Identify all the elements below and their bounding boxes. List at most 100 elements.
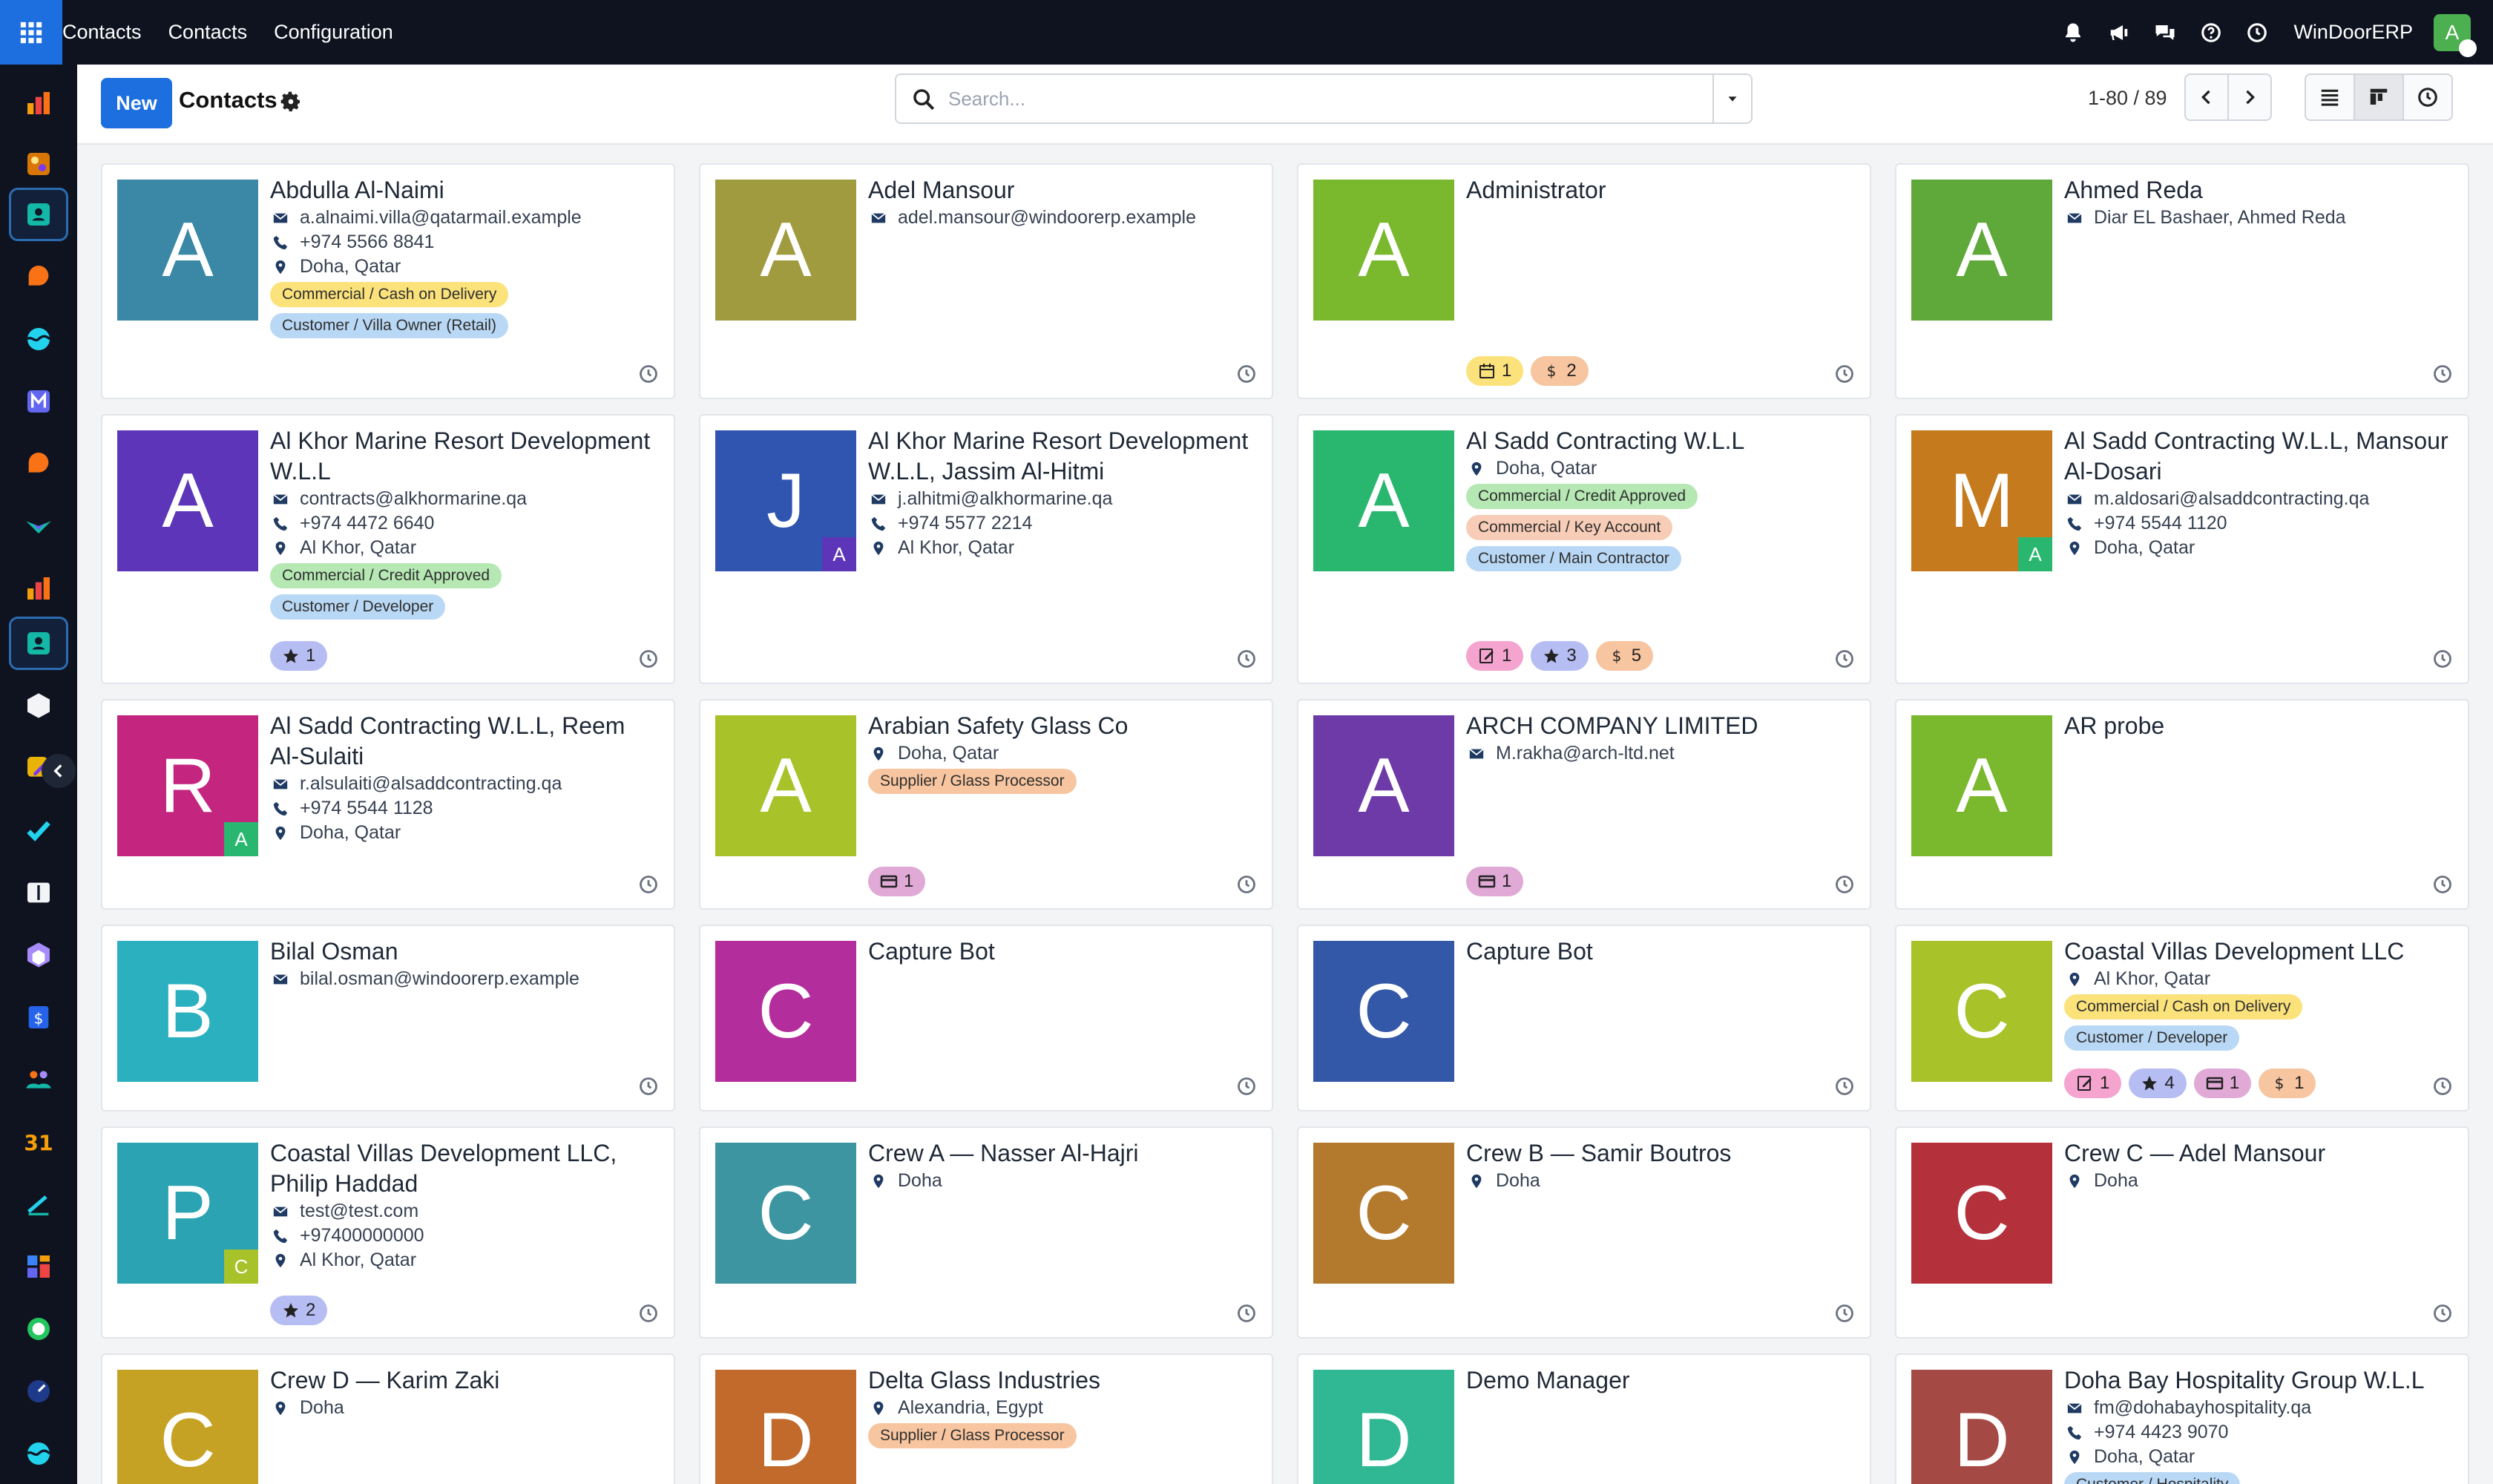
contact-card[interactable]: J A Al Khor Marine Resort Development W.L.… xyxy=(699,414,1273,684)
contact-card[interactable]: A ARCH COMPANY LIMITED M.rakha@arch-ltd.ne… xyxy=(1297,699,1871,910)
contact-card[interactable]: D Demo Manager xyxy=(1297,1353,1871,1484)
sidebar-app-studio[interactable] xyxy=(9,137,68,191)
sidebar-app-crm[interactable] xyxy=(9,499,68,553)
dollar-count-chip[interactable]: $1 xyxy=(2259,1068,2316,1098)
contact-card[interactable]: B Bilal Osman bilal.osman@windoorerp.examp… xyxy=(101,925,675,1112)
contact-card[interactable]: C Coastal Villas Development LLC Al Khor, … xyxy=(1895,925,2469,1112)
contact-card[interactable]: A Arabian Safety Glass Co Doha, Qatar Suppl… xyxy=(699,699,1273,910)
activity-clock-icon[interactable] xyxy=(2432,1303,2453,1324)
contact-card[interactable]: D Doha Bay Hospitality Group W.L.L fm@doha… xyxy=(1895,1353,2469,1484)
sidebar-app-contacts-2[interactable] xyxy=(9,617,68,670)
sidebar-app-whatsapp[interactable] xyxy=(9,1302,68,1356)
dollar-count-chip[interactable]: $2 xyxy=(1531,356,1589,386)
star-count-chip[interactable]: 3 xyxy=(1531,641,1589,671)
activity-clock-icon[interactable] xyxy=(1834,364,1855,384)
pager-next-button[interactable] xyxy=(2227,73,2272,121)
sidebar-app-livechat[interactable] xyxy=(9,437,68,490)
megaphone-icon[interactable] xyxy=(2102,16,2136,50)
contact-card[interactable]: A Adel Mansour adel.mansour@windoorerp.exa… xyxy=(699,163,1273,399)
activity-clock-icon[interactable] xyxy=(638,1303,659,1324)
sidebar-app-mail[interactable] xyxy=(9,375,68,428)
sidebar-collapse-button[interactable] xyxy=(42,754,76,788)
activity-clock-icon[interactable] xyxy=(1834,649,1855,669)
contact-card[interactable]: A Al Khor Marine Resort Development W.L.L… xyxy=(101,414,675,684)
sidebar-app-todo[interactable] xyxy=(9,804,68,857)
contact-card[interactable]: R A Al Sadd Contracting W.L.L, Reem Al-Sul… xyxy=(101,699,675,910)
activity-clock-icon[interactable] xyxy=(1236,1303,1257,1324)
calendar-count-chip[interactable]: 1 xyxy=(1466,356,1524,386)
sidebar-app-timer[interactable] xyxy=(9,1365,68,1418)
menu-contacts[interactable]: Contacts xyxy=(168,21,248,44)
company-name[interactable]: WinDoorERP xyxy=(2293,21,2413,44)
contact-card[interactable]: A Abdulla Al-Naimi a.alnaimi.villa@qatarma… xyxy=(101,163,675,399)
card-count-chip[interactable]: 1 xyxy=(1466,867,1524,896)
activity-clock-icon[interactable] xyxy=(2432,364,2453,384)
star-count-chip[interactable]: 1 xyxy=(270,641,328,671)
chat-icon[interactable] xyxy=(2148,16,2182,50)
dollar-count-chip[interactable]: $5 xyxy=(1595,641,1654,671)
bell-icon[interactable] xyxy=(2056,16,2090,50)
activity-clock-icon[interactable] xyxy=(1236,649,1257,669)
contact-card[interactable]: C Crew D — Karim Zaki Doha xyxy=(101,1353,675,1484)
sidebar-app-employees[interactable] xyxy=(9,1053,68,1106)
pager-value[interactable]: 1-80 / 89 xyxy=(2088,87,2167,110)
sidebar-app-contacts[interactable] xyxy=(9,188,68,241)
contact-card[interactable]: C Capture Bot xyxy=(699,925,1273,1112)
sidebar-app-knowledge[interactable] xyxy=(9,866,68,919)
kanban-view-button[interactable] xyxy=(2354,73,2404,121)
edit-count-chip[interactable]: 1 xyxy=(1466,641,1524,671)
contact-card[interactable]: A AR probe xyxy=(1895,699,2469,910)
contact-card[interactable]: A Al Sadd Contracting W.L.L Doha, Qatar Com… xyxy=(1297,414,1871,684)
edit-count-chip[interactable]: 1 xyxy=(2064,1068,2122,1098)
activity-clock-icon[interactable] xyxy=(1236,364,1257,384)
sidebar-app-website[interactable] xyxy=(9,1427,68,1480)
contact-card[interactable]: M A Al Sadd Contracting W.L.L, Mansour Al-… xyxy=(1895,414,2469,684)
sidebar-app-calendar[interactable]: 31 xyxy=(9,1115,68,1169)
pager-previous-button[interactable] xyxy=(2184,73,2229,121)
activity-clock-icon[interactable] xyxy=(638,1076,659,1097)
contact-card[interactable]: C Crew A — Nasser Al-Hajri Doha xyxy=(699,1126,1273,1339)
activity-clock-icon[interactable] xyxy=(1834,1303,1855,1324)
sidebar-app-dashboard[interactable] xyxy=(9,76,68,130)
contact-card[interactable]: D Delta Glass Industries Alexandria, Egypt… xyxy=(699,1353,1273,1484)
card-count-chip[interactable]: 1 xyxy=(868,867,926,896)
list-view-button[interactable] xyxy=(2305,73,2355,121)
activity-clock-icon[interactable] xyxy=(638,364,659,384)
activity-clock-icon[interactable] xyxy=(1236,874,1257,895)
activity-clock-icon[interactable] xyxy=(2432,874,2453,895)
user-avatar[interactable]: A xyxy=(2434,13,2477,57)
activity-view-button[interactable] xyxy=(2402,73,2453,121)
help-icon[interactable] xyxy=(2194,16,2228,50)
clock-icon[interactable] xyxy=(2240,16,2274,50)
sidebar-app-sales[interactable] xyxy=(9,312,68,366)
star-count-chip[interactable]: 2 xyxy=(270,1296,328,1325)
sidebar-app-accounting[interactable]: $ xyxy=(9,991,68,1044)
activity-clock-icon[interactable] xyxy=(1236,1076,1257,1097)
contact-card[interactable]: P C Coastal Villas Development LLC, Philip… xyxy=(101,1126,675,1339)
contact-card[interactable]: C Crew B — Samir Boutros Doha xyxy=(1297,1126,1871,1339)
contact-card[interactable]: A Ahmed Reda Diar EL Bashaer, Ahmed Reda xyxy=(1895,163,2469,399)
apps-menu-button[interactable] xyxy=(0,0,62,65)
sidebar-app-inventory[interactable] xyxy=(9,679,68,732)
sidebar-app-manufacturing[interactable] xyxy=(9,928,68,982)
contact-card[interactable]: A Administrator 1 $2 xyxy=(1297,163,1871,399)
sidebar-app-reports[interactable] xyxy=(9,562,68,615)
activity-clock-icon[interactable] xyxy=(1834,1076,1855,1097)
sidebar-app-sign[interactable] xyxy=(9,1178,68,1231)
sidebar-app-dashboards[interactable] xyxy=(9,1240,68,1293)
activity-clock-icon[interactable] xyxy=(2432,649,2453,669)
new-button[interactable]: New xyxy=(101,78,172,128)
sidebar-app-discuss[interactable] xyxy=(9,250,68,303)
search-options-toggle[interactable] xyxy=(1712,75,1751,122)
activity-clock-icon[interactable] xyxy=(638,874,659,895)
search-input[interactable] xyxy=(948,81,1616,116)
menu-configuration[interactable]: Configuration xyxy=(274,21,393,44)
activity-clock-icon[interactable] xyxy=(2432,1076,2453,1097)
contact-card[interactable]: C Crew C — Adel Mansour Doha xyxy=(1895,1126,2469,1339)
activity-clock-icon[interactable] xyxy=(1834,874,1855,895)
star-count-chip[interactable]: 4 xyxy=(2129,1068,2187,1098)
contact-card[interactable]: C Capture Bot xyxy=(1297,925,1871,1112)
menu-app-contacts[interactable]: Contacts xyxy=(62,21,142,44)
activity-clock-icon[interactable] xyxy=(638,649,659,669)
card-count-chip[interactable]: 1 xyxy=(2193,1068,2252,1098)
